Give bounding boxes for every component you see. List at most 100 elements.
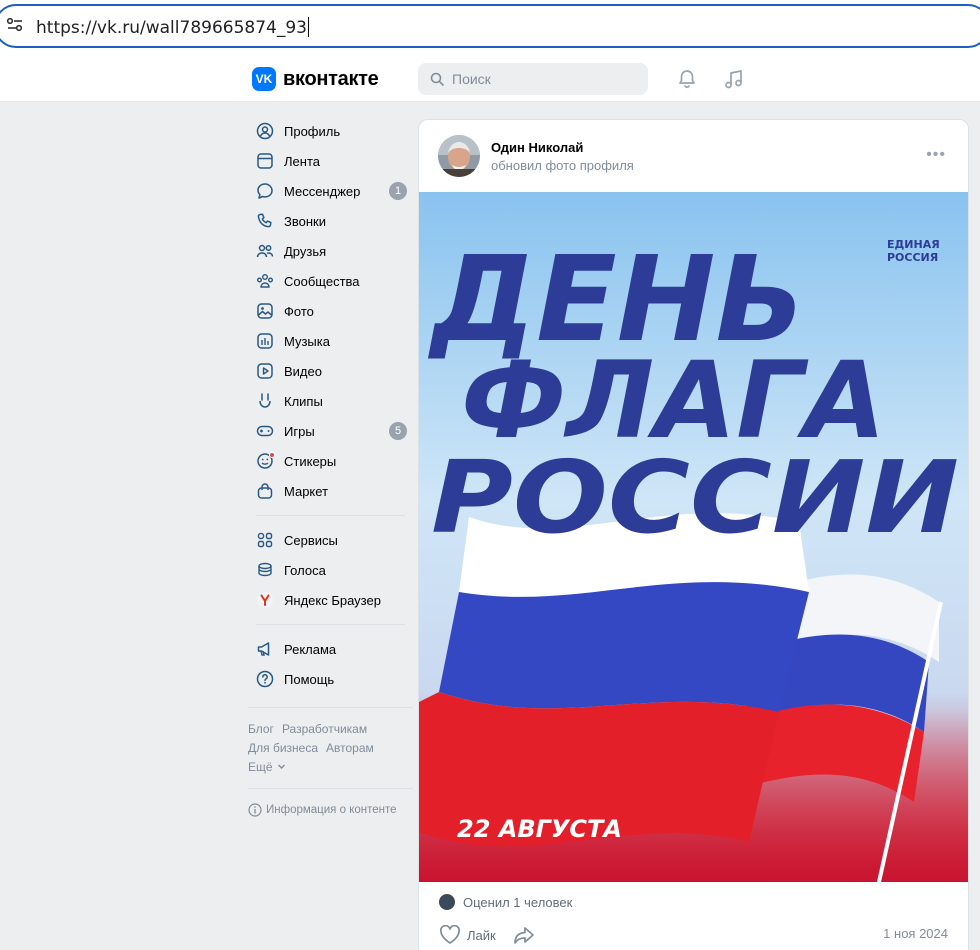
image-title-line3: РОССИИ (431, 439, 959, 556)
nav-item-market[interactable]: Маркет (248, 476, 413, 506)
nav-label: Фото (284, 303, 314, 319)
search-icon (430, 72, 444, 86)
nav-item-music[interactable]: Музыка (248, 326, 413, 356)
footer-link-business[interactable]: Для бизнеса (248, 741, 318, 755)
communities-icon (257, 274, 273, 288)
content-info-label: Информация о контенте (266, 804, 397, 816)
nav-item-games[interactable]: Игры 5 (248, 416, 413, 446)
nav-label: Яндекс Браузер (284, 592, 381, 608)
chevron-down-icon[interactable] (277, 762, 286, 771)
nav-label: Видео (284, 363, 322, 379)
friends-icon (256, 244, 274, 258)
nav-item-clips[interactable]: Клипы (248, 386, 413, 416)
rated-by[interactable]: Оценил 1 человек (439, 894, 572, 910)
footer-links: Блог Разработчикам Для бизнеса Авторам Ещё (248, 720, 408, 777)
nav-item-help[interactable]: Помощь (248, 664, 413, 694)
site-settings-icon[interactable] (6, 16, 24, 34)
image-brand-line1: ЕДИНАЯ (887, 238, 940, 251)
nav-label: Голоса (284, 562, 326, 578)
image-brand-line2: РОССИЯ (887, 251, 938, 264)
phone-icon (257, 213, 272, 228)
clips-icon (259, 393, 271, 408)
post-actions: Лайк (439, 925, 536, 945)
author-name[interactable]: Один Николай (491, 140, 583, 155)
nav-label: Помощь (284, 671, 335, 687)
footer-link-authors[interactable]: Авторам (326, 741, 374, 755)
share-icon[interactable] (512, 925, 536, 945)
image-date: 22 АВГУСТА (457, 815, 622, 843)
vk-logo[interactable]: VK вконтакте (252, 67, 379, 91)
post-date[interactable]: 1 ноя 2024 (883, 926, 948, 941)
music-player-icon[interactable] (723, 68, 745, 90)
nav-label: Стикеры (284, 453, 337, 469)
nav-label: Лента (284, 153, 320, 169)
feed-icon (257, 153, 273, 169)
nav-label: Профиль (284, 123, 341, 139)
nav-item-feed[interactable]: Лента (248, 146, 413, 176)
vk-logo-icon: VK (252, 67, 276, 91)
search-input[interactable]: Поиск (418, 63, 648, 95)
music-icon (257, 333, 273, 349)
footer-link-developers[interactable]: Разработчикам (282, 722, 367, 736)
more-options-icon[interactable]: ••• (926, 146, 946, 164)
footer-divider (248, 788, 413, 789)
nav-label: Клипы (284, 393, 323, 409)
info-icon (248, 803, 262, 817)
profile-icon (256, 122, 274, 140)
nav-divider (256, 515, 405, 516)
nav-label: Сервисы (284, 532, 338, 548)
games-icon (256, 425, 274, 437)
nav-item-profile[interactable]: Профиль (248, 116, 413, 146)
votes-icon (258, 562, 272, 577)
like-button[interactable]: Лайк (439, 925, 496, 945)
nav-item-stickers[interactable]: Стикеры (248, 446, 413, 476)
nav-item-yandex-browser[interactable]: Яндекс Браузер (248, 585, 413, 615)
wall-post: Один Николай обновил фото профиля ••• ДЕ… (418, 119, 969, 950)
yandex-browser-icon (257, 592, 273, 608)
photo-icon (257, 303, 273, 319)
nav-item-messenger[interactable]: Мессенджер 1 (248, 176, 413, 206)
content-info-link[interactable]: Информация о контенте (248, 803, 397, 817)
notifications-bell-icon[interactable] (676, 68, 698, 90)
nav-item-photo[interactable]: Фото (248, 296, 413, 326)
like-label: Лайк (467, 927, 496, 943)
search-placeholder: Поиск (452, 71, 491, 87)
nav-label: Друзья (284, 243, 327, 259)
nav-item-calls[interactable]: Звонки (248, 206, 413, 236)
nav-item-video[interactable]: Видео (248, 356, 413, 386)
browser-toolbar: https://vk.ru/wall789665874_93 (0, 0, 980, 54)
nav-label: Игры (284, 423, 315, 439)
nav-label: Музыка (284, 333, 330, 349)
footer-link-blog[interactable]: Блог (248, 722, 274, 736)
rated-text: Оценил 1 человек (463, 894, 573, 910)
market-icon (257, 483, 273, 499)
nav-item-communities[interactable]: Сообщества (248, 266, 413, 296)
heart-icon (439, 925, 461, 944)
ads-icon (257, 642, 270, 656)
nav-label: Маркет (284, 483, 329, 499)
nav-label: Мессенджер (284, 183, 361, 199)
nav-item-votes[interactable]: Голоса (248, 555, 413, 585)
nav-label: Сообщества (284, 273, 360, 289)
nav-item-services[interactable]: Сервисы (248, 525, 413, 555)
left-nav: Профиль Лента Мессенджер 1 Звонки Друзья… (248, 116, 413, 694)
nav-label: Реклама (284, 641, 337, 657)
nav-item-friends[interactable]: Друзья (248, 236, 413, 266)
nav-divider (256, 624, 405, 625)
stickers-new-dot (269, 452, 275, 458)
url-text[interactable]: https://vk.ru/wall789665874_93 (36, 17, 309, 38)
post-action-text: обновил фото профиля (491, 158, 634, 173)
video-icon (257, 363, 273, 379)
address-bar[interactable]: https://vk.ru/wall789665874_93 (0, 4, 980, 48)
vk-logo-text: вконтакте (283, 67, 379, 90)
nav-label: Звонки (284, 213, 326, 229)
games-count-badge: 5 (389, 422, 407, 440)
help-icon (256, 670, 274, 688)
rater-avatar (439, 894, 455, 910)
messenger-count-badge: 1 (389, 182, 407, 200)
footer-link-more[interactable]: Ещё (248, 760, 273, 774)
services-icon (257, 532, 273, 548)
post-image[interactable]: ДЕНЬ ФЛАГА РОССИИ ЕДИНАЯ РОССИЯ 22 АВГУС… (419, 192, 968, 882)
author-avatar[interactable] (438, 135, 480, 177)
nav-item-ads[interactable]: Реклама (248, 634, 413, 664)
